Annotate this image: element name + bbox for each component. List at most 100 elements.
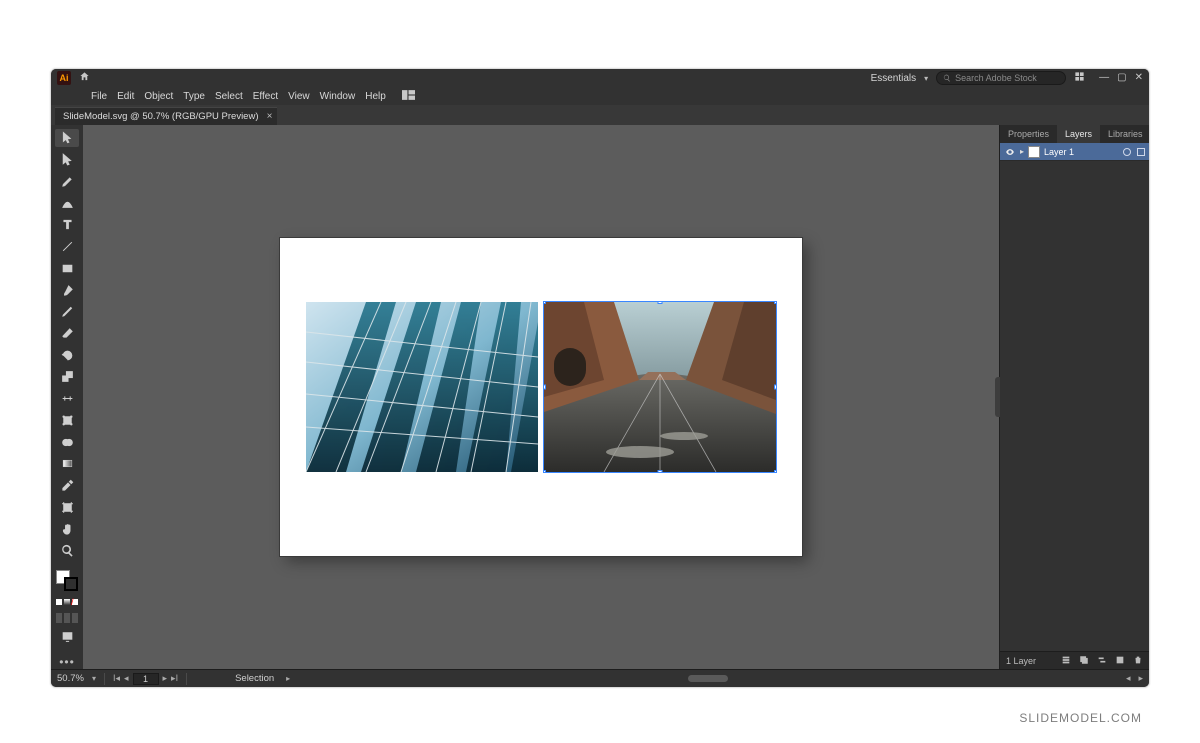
canvas[interactable] [83,125,999,669]
draw-mode-row[interactable] [56,613,78,623]
panel-resize-grip[interactable] [995,377,1000,417]
expand-layer-icon[interactable]: ▸ [1020,147,1024,156]
last-artboard-button[interactable]: ▸I [171,673,178,684]
selection-handle[interactable] [544,470,546,472]
menu-type[interactable]: Type [183,91,205,102]
minimize-button[interactable]: — [1099,73,1109,83]
search-icon [943,74,951,82]
tab-layers[interactable]: Layers [1057,125,1100,143]
menu-object[interactable]: Object [144,91,173,102]
horizontal-scrollbar[interactable] [298,675,1118,682]
search-input[interactable]: Search Adobe Stock [936,71,1066,85]
new-layer-icon[interactable] [1115,655,1125,667]
zoom-level[interactable]: 50.7% [57,673,84,684]
close-tab-icon[interactable]: × [267,111,273,122]
visibility-toggle-icon[interactable] [1004,146,1016,158]
screen-mode-button[interactable] [55,627,79,645]
curvature-tool[interactable] [55,194,79,212]
selection-handle[interactable] [774,385,776,390]
artboard-tool[interactable] [55,498,79,516]
workspace-switcher[interactable]: Essentials [871,73,917,84]
layers-panel-footer: 1 Layer [1000,651,1149,669]
menu-file[interactable]: File [91,91,107,102]
layer-target-icon[interactable] [1123,148,1131,156]
home-icon[interactable] [79,71,90,85]
app-window: Ai Essentials ▾ Search Adobe Stock — ▢ ✕… [50,68,1150,688]
menu-effect[interactable]: Effect [253,91,278,102]
make-clipping-mask-icon[interactable] [1079,655,1089,667]
search-placeholder: Search Adobe Stock [955,73,1037,83]
selection-handle[interactable] [544,385,546,390]
document-tab-bar: SlideModel.svg @ 50.7% (RGB/GPU Preview)… [51,105,1149,125]
artboard[interactable] [280,238,802,556]
tab-properties[interactable]: Properties [1000,125,1057,143]
arrange-documents-icon[interactable] [1074,71,1085,85]
hand-tool[interactable] [55,520,79,538]
app-title-bar: Ai Essentials ▾ Search Adobe Stock — ▢ ✕ [51,69,1149,87]
document-tab-title: SlideModel.svg @ 50.7% (RGB/GPU Preview) [63,111,259,122]
line-tool[interactable] [55,238,79,256]
maximize-button[interactable]: ▢ [1117,73,1126,83]
artboard-number-input[interactable]: 1 [133,673,159,685]
illustrator-app: Ai Essentials ▾ Search Adobe Stock — ▢ ✕… [51,69,1149,687]
direct-selection-tool[interactable] [55,151,79,169]
rotate-tool[interactable] [55,346,79,364]
scroll-right-button[interactable]: ▸ [1138,673,1143,684]
document-tab[interactable]: SlideModel.svg @ 50.7% (RGB/GPU Preview)… [55,107,277,125]
scroll-left-button[interactable]: ◂ [1126,673,1131,684]
menu-view[interactable]: View [288,91,310,102]
scale-tool[interactable] [55,368,79,386]
arrange-windows-icon[interactable] [402,90,415,103]
work-area: / ••• [51,125,1149,669]
edit-toolbar-button[interactable]: ••• [59,655,75,669]
placed-image-right[interactable] [544,302,776,472]
shape-builder-tool[interactable] [55,433,79,451]
chevron-right-icon[interactable]: ▸ [286,674,290,683]
selection-handle[interactable] [658,470,663,472]
selection-handle[interactable] [544,302,546,304]
chevron-down-icon[interactable]: ▾ [92,674,96,683]
locate-object-icon[interactable] [1061,655,1071,667]
next-artboard-button[interactable]: ▸ [163,673,168,684]
window-controls: — ▢ ✕ [1099,73,1143,83]
menu-bar: File Edit Object Type Select Effect View… [51,87,1149,105]
chevron-down-icon[interactable]: ▾ [924,74,928,83]
gradient-tool[interactable] [55,455,79,473]
pen-tool[interactable] [55,172,79,190]
close-button[interactable]: ✕ [1135,73,1143,83]
layer-row[interactable]: ▸ Layer 1 [1000,143,1149,161]
prev-artboard-button[interactable]: ◂ [124,673,129,684]
selection-handle[interactable] [658,302,663,304]
menu-edit[interactable]: Edit [117,91,134,102]
type-tool[interactable] [55,216,79,234]
layers-empty-area [1000,161,1149,651]
width-tool[interactable] [55,390,79,408]
create-sublayer-icon[interactable] [1097,655,1107,667]
selection-tool[interactable] [55,129,79,147]
placed-image-left[interactable] [306,302,538,472]
eraser-tool[interactable] [55,325,79,343]
panel-tab-strip: Properties Layers Libraries [1000,125,1149,143]
right-panel-group: Properties Layers Libraries ▸ Layer 1 [999,125,1149,669]
selection-handle[interactable] [774,302,776,304]
free-transform-tool[interactable] [55,412,79,430]
fill-stroke-swatch[interactable] [56,570,78,592]
app-logo-icon: Ai [57,71,71,85]
first-artboard-button[interactable]: I◂ [113,673,120,684]
rectangle-tool[interactable] [55,259,79,277]
layer-count-label: 1 Layer [1006,656,1036,666]
stroke-swatch[interactable] [64,577,78,591]
selection-handle[interactable] [774,470,776,472]
eyedropper-tool[interactable] [55,477,79,495]
delete-layer-icon[interactable] [1133,655,1143,667]
menu-select[interactable]: Select [215,91,243,102]
tab-libraries[interactable]: Libraries [1100,125,1150,143]
paintbrush-tool[interactable] [55,281,79,299]
color-mode-row[interactable]: / [56,599,78,605]
menu-window[interactable]: Window [320,91,356,102]
zoom-tool[interactable] [55,542,79,560]
pencil-tool[interactable] [55,303,79,321]
layer-selection-indicator [1137,148,1145,156]
layer-name[interactable]: Layer 1 [1044,147,1074,157]
menu-help[interactable]: Help [365,91,386,102]
